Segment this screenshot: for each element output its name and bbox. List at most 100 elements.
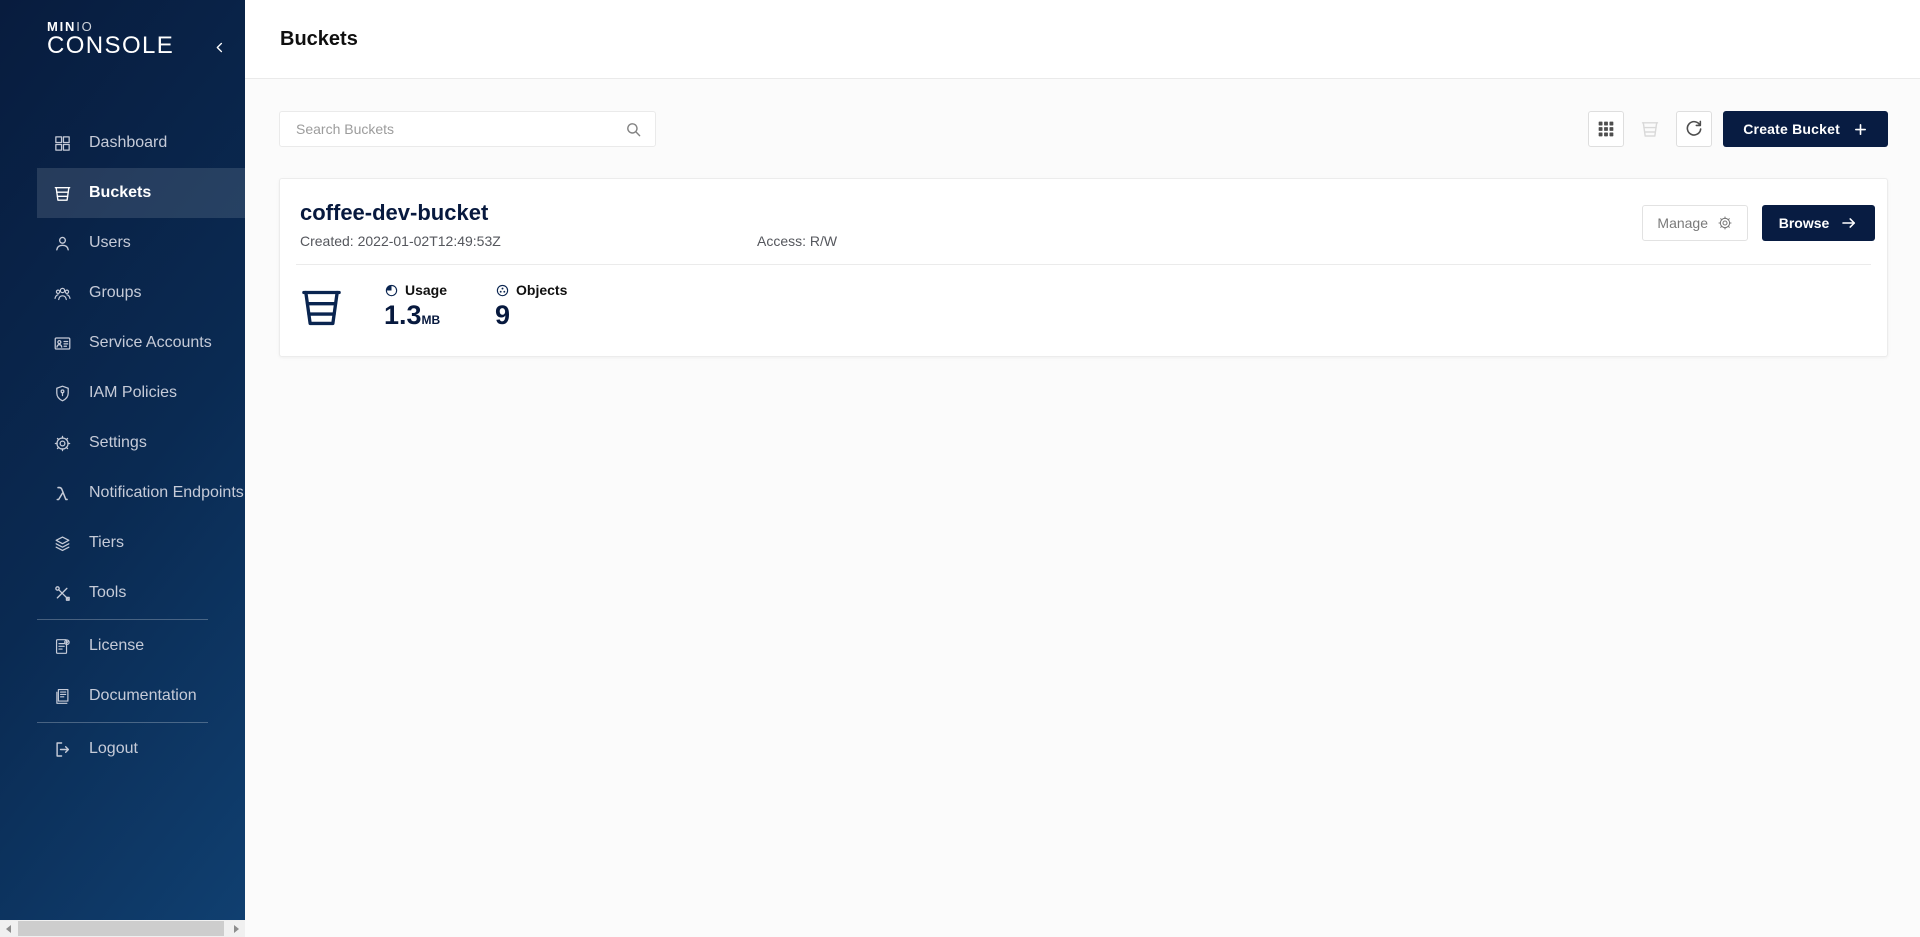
- sidebar-item-label: Dashboard: [89, 134, 167, 152]
- bucket-card[interactable]: coffee-dev-bucket Created: 2022-01-02T12…: [279, 178, 1888, 357]
- sidebar-item-tiers[interactable]: Tiers: [37, 518, 245, 568]
- sidebar-item-notification-endpoints[interactable]: Notification Endpoints: [37, 468, 245, 518]
- manage-label: Manage: [1657, 215, 1708, 231]
- sidebar-item-label: Notification Endpoints: [89, 484, 244, 502]
- bucket-access: Access: R/W: [757, 233, 837, 249]
- triangle-right-icon: [234, 925, 239, 933]
- dashboard-icon: [53, 134, 72, 153]
- buckets-toolbar: Create Bucket: [279, 111, 1888, 147]
- sidebar-item-label: Tools: [89, 584, 126, 602]
- service-accounts-icon: [53, 334, 72, 353]
- list-view-button: [1635, 111, 1665, 147]
- documentation-icon: [53, 687, 72, 706]
- sidebar-item-dashboard[interactable]: Dashboard: [37, 118, 245, 168]
- search-icon: [624, 120, 643, 139]
- bucket-meta: Created: 2022-01-02T12:49:53Z Access: R/…: [300, 233, 837, 249]
- usage-number: 1.3: [384, 300, 422, 330]
- grid-view-button[interactable]: [1588, 111, 1624, 147]
- minio-console-logo: MINIO CONSOLE: [47, 20, 174, 58]
- triangle-left-icon: [6, 925, 11, 933]
- sidebar-item-label: Settings: [89, 434, 147, 452]
- usage-label: Usage: [405, 282, 447, 298]
- sidebar-collapse-button[interactable]: [208, 36, 230, 58]
- console-wordmark: CONSOLE: [47, 33, 174, 58]
- app-window: MINIO CONSOLE Dashboard Buckets Users Gr…: [0, 0, 1920, 937]
- groups-icon: [53, 284, 72, 303]
- sidebar-menu: Dashboard Buckets Users Groups Service A…: [0, 79, 245, 920]
- sidebar-item-label: Logout: [89, 740, 138, 758]
- sidebar-menu-divider: [37, 722, 208, 723]
- objects-label: Objects: [516, 282, 567, 298]
- sidebar-horizontal-scrollbar[interactable]: [0, 920, 245, 937]
- sidebar-item-settings[interactable]: Settings: [37, 418, 245, 468]
- bucket-list-icon: [1640, 119, 1660, 139]
- scrollbar-track[interactable]: [17, 920, 228, 937]
- usage-label-row: Usage: [384, 282, 447, 298]
- objects-icon: [495, 283, 510, 298]
- main-area: Buckets: [245, 0, 1920, 937]
- usage-pie-icon: [384, 283, 399, 298]
- refresh-icon: [1684, 119, 1704, 139]
- logout-icon: [53, 740, 72, 759]
- minio-wordmark-light: IO: [76, 19, 93, 34]
- sidebar-item-service-accounts[interactable]: Service Accounts: [37, 318, 245, 368]
- tools-icon: [53, 584, 72, 603]
- objects-value: 9: [495, 302, 567, 329]
- bucket-name[interactable]: coffee-dev-bucket: [300, 201, 837, 225]
- sidebar-item-label: Documentation: [89, 687, 197, 705]
- page-title: Buckets: [280, 28, 358, 51]
- notification-endpoints-icon: [53, 484, 72, 503]
- sidebar-item-label: IAM Policies: [89, 384, 177, 402]
- create-bucket-button[interactable]: Create Bucket: [1723, 111, 1888, 147]
- create-bucket-label: Create Bucket: [1743, 121, 1840, 137]
- plus-icon: [1853, 122, 1868, 137]
- sidebar-item-buckets[interactable]: Buckets: [37, 168, 245, 218]
- sidebar-item-label: License: [89, 637, 144, 655]
- bucket-card-top: coffee-dev-bucket Created: 2022-01-02T12…: [280, 179, 1887, 249]
- sidebar-item-logout[interactable]: Logout: [37, 724, 245, 774]
- usage-unit: MB: [422, 313, 441, 327]
- gear-icon: [1717, 215, 1733, 231]
- bucket-icon: [298, 282, 345, 332]
- browse-button[interactable]: Browse: [1762, 205, 1875, 241]
- grid-view-icon: [1596, 119, 1616, 139]
- sidebar-item-groups[interactable]: Groups: [37, 268, 245, 318]
- sidebar-item-label: Tiers: [89, 534, 124, 552]
- users-icon: [53, 234, 72, 253]
- settings-icon: [53, 434, 72, 453]
- license-icon: [53, 637, 72, 656]
- manage-button[interactable]: Manage: [1642, 205, 1748, 241]
- tiers-icon: [53, 534, 72, 553]
- page-header: Buckets: [245, 0, 1920, 79]
- arrow-right-icon: [1840, 214, 1858, 232]
- refresh-button[interactable]: [1676, 111, 1712, 147]
- content-area: Create Bucket coffee-dev-bucket Created:…: [245, 79, 1920, 937]
- iam-policies-icon: [53, 384, 72, 403]
- sidebar-item-documentation[interactable]: Documentation: [37, 671, 245, 721]
- scrollbar-left-arrow[interactable]: [0, 920, 17, 937]
- sidebar-menu-divider: [37, 619, 208, 620]
- bucket-title-block: coffee-dev-bucket Created: 2022-01-02T12…: [300, 201, 837, 249]
- toolbar-actions: Create Bucket: [1588, 111, 1888, 147]
- sidebar-item-license[interactable]: License: [37, 621, 245, 671]
- scrollbar-thumb[interactable]: [18, 921, 224, 936]
- sidebar-item-tools[interactable]: Tools: [37, 568, 245, 618]
- bucket-created: Created: 2022-01-02T12:49:53Z: [300, 233, 757, 249]
- chevron-left-icon: [213, 41, 226, 54]
- objects-stat: Objects 9: [495, 282, 567, 329]
- objects-label-row: Objects: [495, 282, 567, 298]
- sidebar-item-users[interactable]: Users: [37, 218, 245, 268]
- sidebar-item-label: Users: [89, 234, 131, 252]
- bucket-card-actions: Manage Browse: [1642, 205, 1875, 249]
- sidebar: MINIO CONSOLE Dashboard Buckets Users Gr…: [0, 0, 245, 937]
- search-input[interactable]: [294, 120, 624, 138]
- usage-stat: Usage 1.3MB: [384, 282, 447, 329]
- sidebar-item-iam-policies[interactable]: IAM Policies: [37, 368, 245, 418]
- sidebar-item-label: Buckets: [89, 184, 151, 202]
- search-box: [279, 111, 656, 147]
- usage-value: 1.3MB: [384, 302, 447, 329]
- scrollbar-right-arrow[interactable]: [228, 920, 245, 937]
- sidebar-item-label: Groups: [89, 284, 141, 302]
- sidebar-item-label: Service Accounts: [89, 334, 212, 352]
- buckets-icon: [53, 184, 72, 203]
